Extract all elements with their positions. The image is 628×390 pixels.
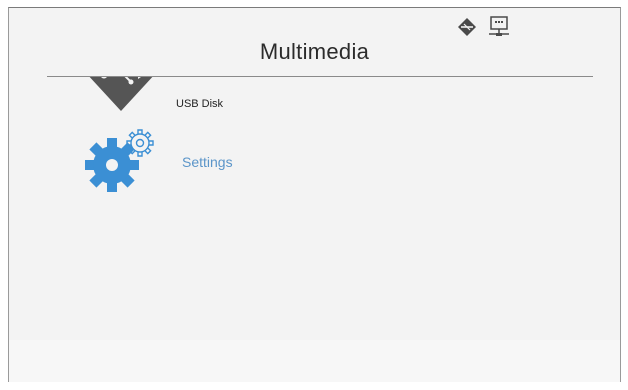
- app-window: Multimedia USB Disk Settings: [8, 7, 621, 382]
- ethernet-monitor-icon: [487, 16, 511, 43]
- menu-item-label: USB Disk: [176, 97, 224, 110]
- network-diamond-icon: [457, 17, 477, 42]
- menu-item-usb-disk[interactable]: USB Disk: [84, 77, 223, 122]
- menu-item-settings[interactable]: Settings: [84, 125, 233, 198]
- settings-gear-icon: [84, 125, 164, 198]
- page-title: Multimedia: [259, 39, 370, 64]
- menu-item-label: Settings: [182, 153, 233, 170]
- footer-bar: [9, 340, 620, 382]
- status-bar: [457, 16, 511, 43]
- usb-disk-icon: [84, 77, 158, 122]
- menu-list: USB Disk Settings: [9, 77, 620, 337]
